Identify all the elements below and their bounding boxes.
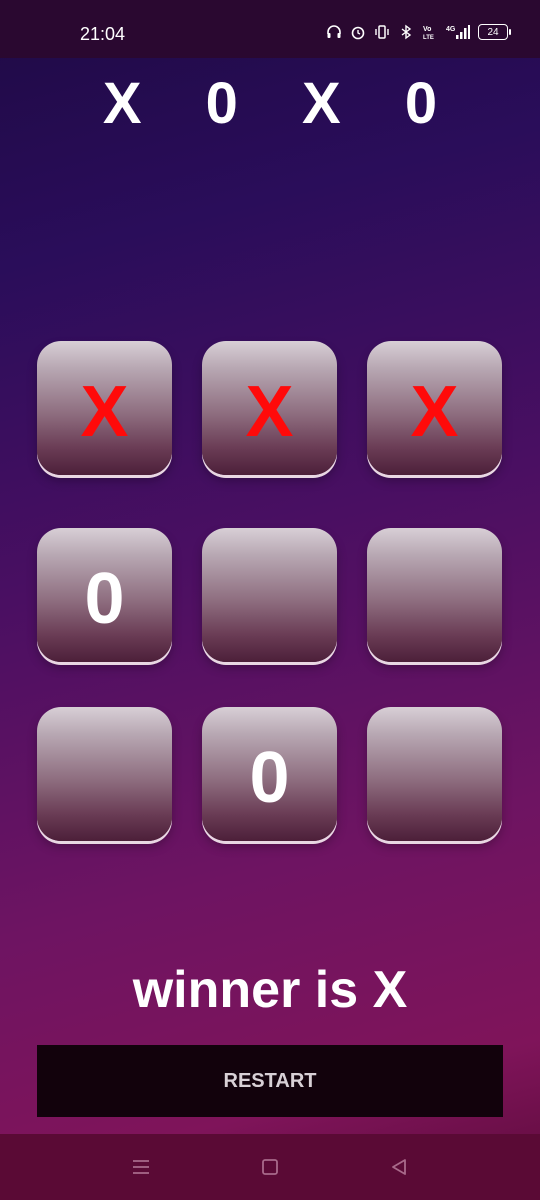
status-icons: Vo LTE 4G 24 xyxy=(326,24,511,40)
4g-signal-icon: 4G xyxy=(446,24,470,40)
bluetooth-icon xyxy=(398,24,414,40)
menu-icon[interactable] xyxy=(128,1154,154,1180)
navigation-bar xyxy=(0,1134,540,1200)
cell-2-0[interactable] xyxy=(37,707,172,841)
cell-0-2[interactable]: X xyxy=(367,341,502,475)
game-title: X 0 X 0 xyxy=(102,71,462,136)
svg-text:4G: 4G xyxy=(446,26,456,33)
cell-2-1[interactable]: 0 xyxy=(202,707,337,841)
back-triangle-icon[interactable] xyxy=(386,1154,412,1180)
volte-icon: Vo LTE xyxy=(422,24,438,40)
battery-icon: 24 xyxy=(478,24,511,40)
vibrate-icon xyxy=(374,24,390,40)
winner-text: winner is X xyxy=(132,961,408,1019)
cell-1-1[interactable] xyxy=(202,528,337,662)
cell-mark: X xyxy=(80,372,129,452)
restart-button[interactable]: RESTART xyxy=(37,1045,503,1117)
status-bar: 21:04 Vo LTE 4G 24 xyxy=(0,0,540,58)
game-board: X X X 0 0 xyxy=(37,341,503,841)
alarm-icon xyxy=(350,24,366,40)
home-square-icon[interactable] xyxy=(257,1154,283,1180)
status-time: 21:04 xyxy=(80,24,126,44)
svg-text:Vo: Vo xyxy=(423,26,431,33)
cell-mark: 0 xyxy=(249,738,290,818)
headphones-icon xyxy=(326,24,342,40)
cell-mark: X xyxy=(410,372,459,452)
cell-1-0[interactable]: 0 xyxy=(37,528,172,662)
cell-1-2[interactable] xyxy=(367,528,502,662)
svg-text:LTE: LTE xyxy=(423,35,434,40)
cell-0-1[interactable]: X xyxy=(202,341,337,475)
cell-0-0[interactable]: X xyxy=(37,341,172,475)
cell-mark: 0 xyxy=(84,559,125,639)
cell-mark: X xyxy=(245,372,294,452)
cell-2-2[interactable] xyxy=(367,707,502,841)
